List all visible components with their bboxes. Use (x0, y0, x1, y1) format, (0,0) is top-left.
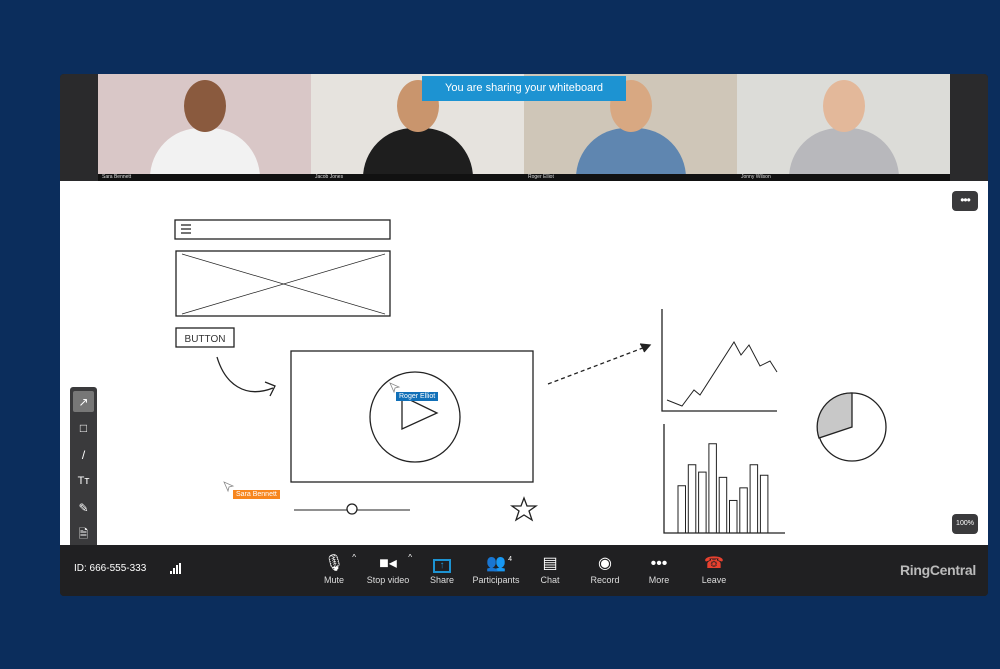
sketch-dashed-arrow (547, 345, 649, 385)
more-options-button[interactable]: ••• (952, 191, 978, 211)
sketch-bar (677, 485, 686, 534)
share-screen-icon: ↑ (412, 553, 472, 575)
cursor-label-sara: Sara Bennett (233, 490, 280, 499)
participants-button[interactable]: 👥 4 Participants (466, 553, 526, 585)
meeting-id: ID: 666-555-333 (74, 563, 147, 574)
chat-icon: ▤ (542, 555, 558, 572)
sketch-bar (749, 464, 759, 534)
signal-strength-icon[interactable] (170, 563, 181, 574)
participants-icon: 👥 4 (466, 553, 526, 575)
rectangle-tool-icon[interactable]: □ (73, 417, 94, 438)
sketch-slider-knob (346, 503, 358, 515)
drawing-toolbar: ↗ □ / Tт ✎ 🗎 (70, 387, 97, 552)
sketch-bar (687, 464, 697, 534)
sketch-play-circle (369, 371, 461, 463)
hang-up-icon: ☎ (704, 555, 724, 572)
document-tool-icon[interactable]: 🗎 (73, 525, 94, 546)
microphone-icon: 🎙 ^ (323, 553, 356, 572)
sketch-curved-arrow (216, 356, 274, 393)
sketch-bar (729, 499, 738, 534)
sketch-bar (698, 471, 707, 534)
more-dots-icon: ••• (650, 555, 668, 572)
share-button[interactable]: ↑ Share (412, 553, 472, 585)
cursor-icon (389, 382, 401, 394)
brand-logo: RingCentral (899, 562, 976, 578)
record-button[interactable]: ◉ Record (575, 553, 635, 585)
stop-video-button[interactable]: ■◂ ^ Stop video (358, 553, 418, 585)
video-camera-icon: ■◂ ^ (379, 553, 412, 572)
mute-button[interactable]: 🎙 ^ Mute (304, 553, 364, 585)
sketch-bar-chart-axes (663, 424, 785, 534)
hamburger-icon (181, 224, 191, 234)
star-icon (509, 496, 539, 522)
sharing-banner: You are sharing your whiteboard (422, 76, 626, 101)
whiteboard-canvas[interactable]: BUTTON Roger Elliot Sara Bennett ↗ □ / T… (60, 181, 988, 552)
sketch-button-label: BUTTON (185, 334, 226, 345)
sketch-bar (739, 487, 748, 534)
participant-name: Roger Elliot (524, 174, 737, 181)
chat-button[interactable]: ▤ Chat (520, 553, 580, 585)
sketch-header-bar (174, 219, 391, 240)
whiteboard-drawing: BUTTON (174, 219, 887, 534)
participant-face (823, 80, 865, 132)
video-strip: Sara Bennett Jacob Jones Roger Elliot Jo… (60, 74, 988, 181)
leave-button[interactable]: ☎ Leave (684, 553, 744, 585)
participant-name: Sara Bennett (98, 174, 311, 181)
sketch-line-series (666, 341, 778, 407)
sketch-bar (718, 476, 728, 534)
record-icon: ◉ (598, 555, 612, 572)
participant-name: Jonny Wilson (737, 174, 950, 181)
arrow-tool-icon[interactable]: ↗ (73, 391, 94, 412)
more-button[interactable]: ••• More (629, 553, 689, 585)
meeting-window: Sara Bennett Jacob Jones Roger Elliot Jo… (60, 74, 988, 596)
sketch-bar (759, 474, 769, 534)
cursor-label-roger: Roger Elliot (396, 392, 439, 401)
video-tile[interactable]: Jonny Wilson (737, 74, 950, 181)
sketch-line-chart-axes (661, 309, 777, 412)
participants-count: 4 (508, 556, 512, 563)
sketch-bar (708, 443, 717, 534)
pencil-tool-icon[interactable]: ✎ (73, 497, 94, 518)
participant-face (184, 80, 226, 132)
sketch-pie-slice (816, 392, 853, 439)
text-tool-icon[interactable]: Tт (73, 470, 94, 491)
line-tool-icon[interactable]: / (73, 444, 94, 465)
participant-name: Jacob Jones (311, 174, 524, 181)
meeting-toolbar: ID: 666-555-333 🎙 ^ Mute ■◂ ^ Stop video ↑ Sh… (60, 545, 988, 596)
zoom-level-button[interactable]: 100% (952, 514, 978, 534)
video-tile[interactable]: Sara Bennett (98, 74, 311, 181)
cursor-icon (223, 481, 235, 493)
